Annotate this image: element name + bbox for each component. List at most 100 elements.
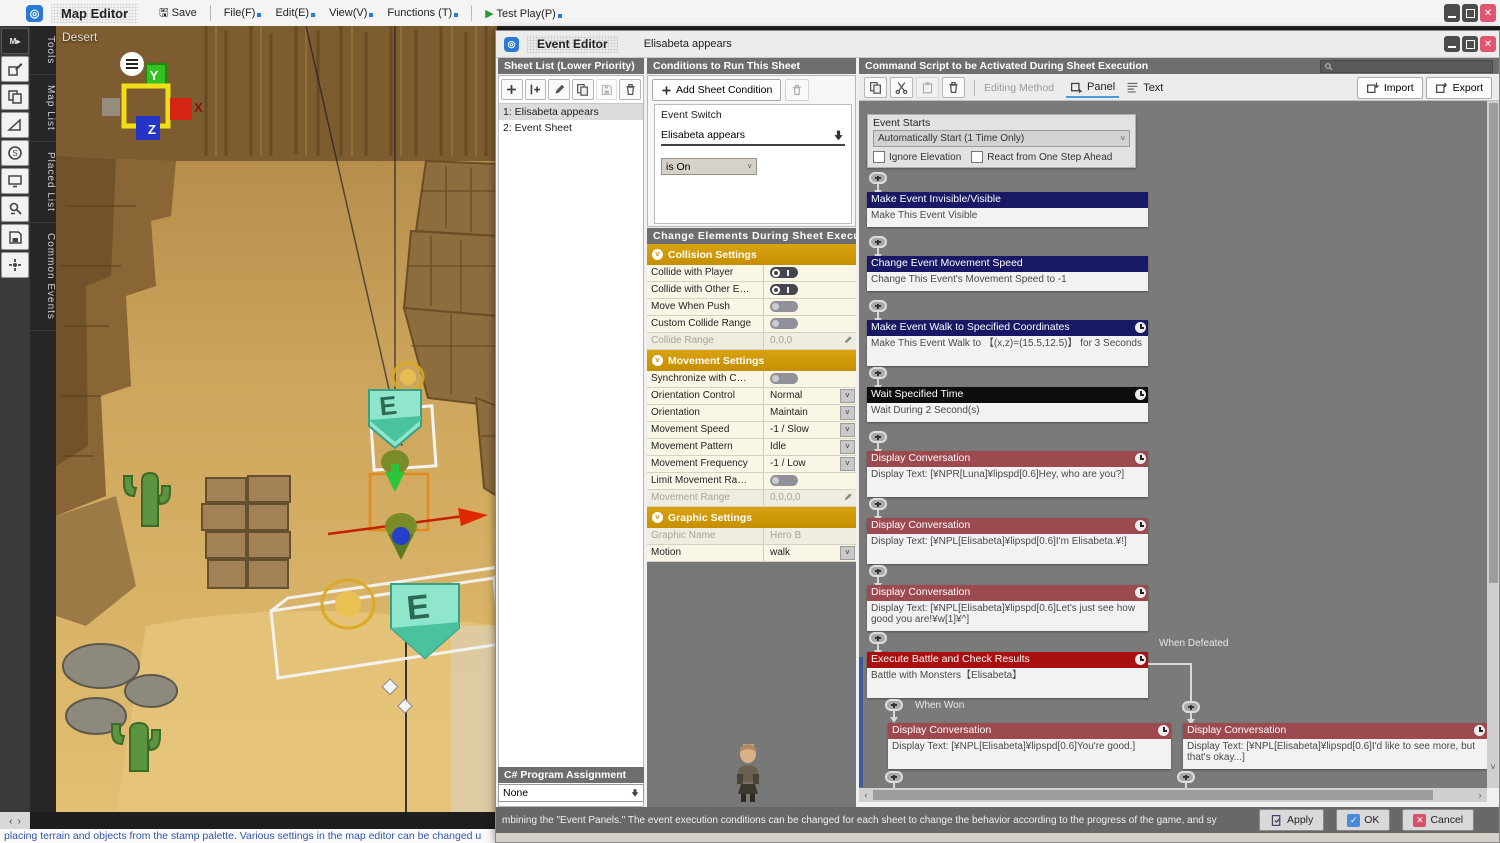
tab-text[interactable]: Text [1122,78,1167,97]
sheet-edit-button[interactable] [548,79,570,100]
event-switch-select[interactable]: Elisabeta appears [661,126,845,146]
command-block-2[interactable]: Change Event Movement SpeedChange This E… [867,256,1148,291]
connector-add-node[interactable] [1182,701,1200,713]
sheet-save-button[interactable] [596,79,618,100]
storage-tool-button[interactable] [1,224,29,250]
toggle-on[interactable] [770,284,798,295]
close-button[interactable]: ✕ [1480,4,1496,22]
command-block-8[interactable]: Execute Battle and Check ResultsBattle w… [867,652,1148,698]
command-copy-button[interactable] [864,77,887,98]
dropdown-button[interactable]: ˅ [840,406,855,420]
sheet-delete-button[interactable] [619,79,641,100]
connector-add-node[interactable] [1177,771,1195,783]
test-play-button[interactable]: ▶ Test Play(P) [478,4,569,23]
command-block-5[interactable]: Display ConversationDisplay Text: [¥NPR[… [867,451,1148,497]
map-hscroll-arrows[interactable]: ‹› [0,812,30,830]
stamp-tool-button[interactable] [1,56,29,82]
menu-item-functionst[interactable]: Functions (T) [380,4,465,22]
section-header-collision-settings[interactable]: ˅Collision Settings [647,244,856,265]
event-editor-titlebar[interactable]: ◎ Event Editor Elisabeta appears ✕ [496,31,1499,58]
toggle-off[interactable] [770,301,798,312]
command-block-6[interactable]: Display ConversationDisplay Text: [¥NPL[… [867,518,1148,564]
trigger-select[interactable]: Automatically Start (1 Time Only)˅ [873,130,1130,147]
sheet-insert-button[interactable] [525,79,547,100]
scroll-down-arrow[interactable]: ˅ [1487,761,1499,773]
dropdown-button[interactable]: ˅ [840,423,855,437]
save-button[interactable]: 🖫 Save [152,1,204,26]
connector-add-node[interactable] [885,771,903,783]
event-starts-block[interactable]: Event StartsAutomatically Start (1 Time … [867,114,1136,168]
scatter-tool-button[interactable] [1,252,29,278]
section-header-movement-settings[interactable]: ˅Movement Settings [647,350,856,371]
toggle-off[interactable] [770,318,798,329]
sidebar-tab-placed-list[interactable]: Placed List [30,142,56,223]
subroutine-tool-button[interactable]: S [1,140,29,166]
find-event-tool-button[interactable] [1,196,29,222]
ev-close-button[interactable]: ✕ [1480,36,1496,52]
connector-add-node[interactable] [869,172,887,184]
ignore-elevation-checkbox[interactable]: Ignore Elevation [873,151,961,163]
command-block-3[interactable]: Make Event Walk to Specified Coordinates… [867,320,1148,366]
connector-add-node[interactable] [885,699,903,711]
sheet-copy-button[interactable] [572,79,594,100]
tab-panel[interactable]: Panel [1066,78,1119,98]
scroll-left-arrow[interactable]: ‹ [861,789,871,801]
apply-button[interactable]: Apply [1259,809,1324,831]
command-block-7[interactable]: Display ConversationDisplay Text: [¥NPL[… [867,585,1148,631]
export-button[interactable]: Export [1426,77,1492,99]
display-tool-button[interactable] [1,168,29,194]
toggle-off[interactable] [770,475,798,486]
command-block-when-defeated[interactable]: Display ConversationDisplay Text: [¥NPL[… [1183,723,1487,769]
sidebar-tab-map-list[interactable]: Map List [30,75,56,142]
menu-item-viewv[interactable]: View(V) [322,4,380,22]
command-paste-button[interactable] [916,77,939,98]
connector-add-node[interactable] [869,565,887,577]
connector-add-node[interactable] [869,431,887,443]
scroll-right-arrow[interactable]: › [1475,789,1485,801]
command-search-input[interactable] [1320,60,1493,73]
add-sheet-condition-button[interactable]: Add Sheet Condition [652,79,781,101]
connector-add-node[interactable] [869,367,887,379]
command-canvas[interactable]: Event StartsAutomatically Start (1 Time … [859,101,1499,788]
delete-condition-button[interactable] [785,79,809,101]
menu-item-edite[interactable]: Edit(E) [268,4,322,22]
command-delete-button[interactable] [942,77,965,98]
command-cut-button[interactable] [890,77,913,98]
sheet-add-button[interactable] [501,79,523,100]
section-header-graphic-settings[interactable]: ˅Graphic Settings [647,507,856,528]
command-block-4[interactable]: Wait Specified TimeWait During 2 Second(… [867,387,1148,422]
ev-restore-button[interactable] [1462,36,1478,52]
command-vscrollbar[interactable]: ˅ [1487,101,1499,788]
cancel-button[interactable]: ✕ Cancel [1402,809,1474,831]
pencil-icon[interactable] [843,335,853,348]
csharp-assignment-select[interactable]: None [498,784,644,802]
toggle-on[interactable] [770,267,798,278]
command-block-when-won[interactable]: Display ConversationDisplay Text: [¥NPL[… [888,723,1171,769]
dropdown-button[interactable]: ˅ [840,389,855,403]
connector-add-node[interactable] [869,236,887,248]
collapse-tool-button[interactable]: M▸ [1,28,29,54]
sidebar-tab-common-events[interactable]: Common Events [30,223,56,331]
sheet-list-item[interactable]: 1: Elisabeta appears [499,104,643,120]
react-one-step-checkbox[interactable]: React from One Step Ahead [971,151,1112,163]
switch-state-select[interactable]: is On ˅ [661,158,757,175]
ok-button[interactable]: ✓ OK [1336,809,1390,831]
minimize-button[interactable] [1444,4,1460,22]
ev-minimize-button[interactable] [1444,36,1460,52]
pencil-icon[interactable] [843,492,853,505]
connector-add-node[interactable] [869,632,887,644]
clone-tool-button[interactable] [1,84,29,110]
dropdown-button[interactable]: ˅ [840,457,855,471]
dropdown-button[interactable]: ˅ [840,440,855,454]
menu-item-filef[interactable]: File(F) [217,4,269,22]
map-viewport[interactable]: E E [56,26,497,812]
import-button[interactable]: Import [1357,77,1423,99]
command-hscrollbar[interactable]: ‹ › [859,788,1487,802]
connector-add-node[interactable] [869,498,887,510]
restore-button[interactable] [1462,4,1478,22]
sheet-list-item[interactable]: 2: Event Sheet [499,120,643,136]
connector-add-node[interactable] [869,300,887,312]
slope-tool-button[interactable] [1,112,29,138]
sidebar-tab-tools[interactable]: Tools [30,26,56,75]
dropdown-button[interactable]: ˅ [840,546,855,560]
